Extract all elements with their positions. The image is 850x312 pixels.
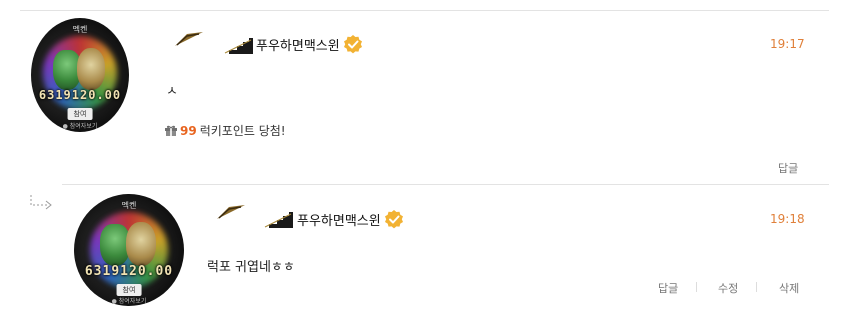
avatar-sub-label: ● 참여자보기 <box>111 298 147 305</box>
avatar-amount: 6319120.00 <box>84 264 174 279</box>
edit-button[interactable]: 수정 <box>718 280 738 296</box>
stairs-decoration-icon <box>223 38 253 54</box>
avatar-character-gold <box>126 222 156 266</box>
avatar-amount: 6319120.00 <box>38 88 122 102</box>
lucky-point-number: 99 <box>180 123 197 138</box>
reply-button[interactable]: 답글 <box>778 160 798 176</box>
action-separator <box>696 282 697 292</box>
avatar-join-button[interactable]: 참여 <box>67 108 93 120</box>
action-separator <box>756 282 757 292</box>
chevron-decoration-icon <box>217 205 245 219</box>
delete-button[interactable]: 삭제 <box>779 280 799 296</box>
avatar-top-label: 멕켄 <box>72 25 88 34</box>
avatar-join-button[interactable]: 참여 <box>116 284 142 296</box>
comment-time: 19:18 <box>770 212 805 226</box>
verified-badge-icon <box>344 35 362 54</box>
comment-text: ㅅ <box>166 84 178 99</box>
lucky-point-notice: 99 럭키포인트 당첨! <box>165 122 286 139</box>
chevron-decoration-icon <box>175 32 203 46</box>
avatar-sub-label: ● 참여자보기 <box>62 123 98 130</box>
reply-arrow-icon <box>30 195 52 210</box>
lucky-point-text: 럭키포인트 당첨! <box>199 124 286 138</box>
nickname[interactable]: 푸우하면맥스윈 <box>256 35 340 54</box>
reply-button[interactable]: 답글 <box>658 280 678 296</box>
stairs-decoration-icon <box>263 212 293 228</box>
comment-time: 19:17 <box>770 37 805 51</box>
top-divider <box>20 10 829 11</box>
avatar[interactable]: 멕켄 6319120.00 참여 ● 참여자보기 <box>31 18 129 132</box>
comment-divider <box>62 184 829 185</box>
verified-badge-icon <box>385 210 403 229</box>
comment-text: 럭포 귀엽네ㅎㅎ <box>207 260 295 275</box>
avatar[interactable]: 멕켄 6319120.00 참여 ● 참여자보기 <box>74 194 184 306</box>
avatar-character-gold <box>77 48 105 90</box>
avatar-top-label: 멕켄 <box>121 201 137 210</box>
gift-icon <box>165 125 177 136</box>
nickname[interactable]: 푸우하면맥스윈 <box>297 210 381 229</box>
